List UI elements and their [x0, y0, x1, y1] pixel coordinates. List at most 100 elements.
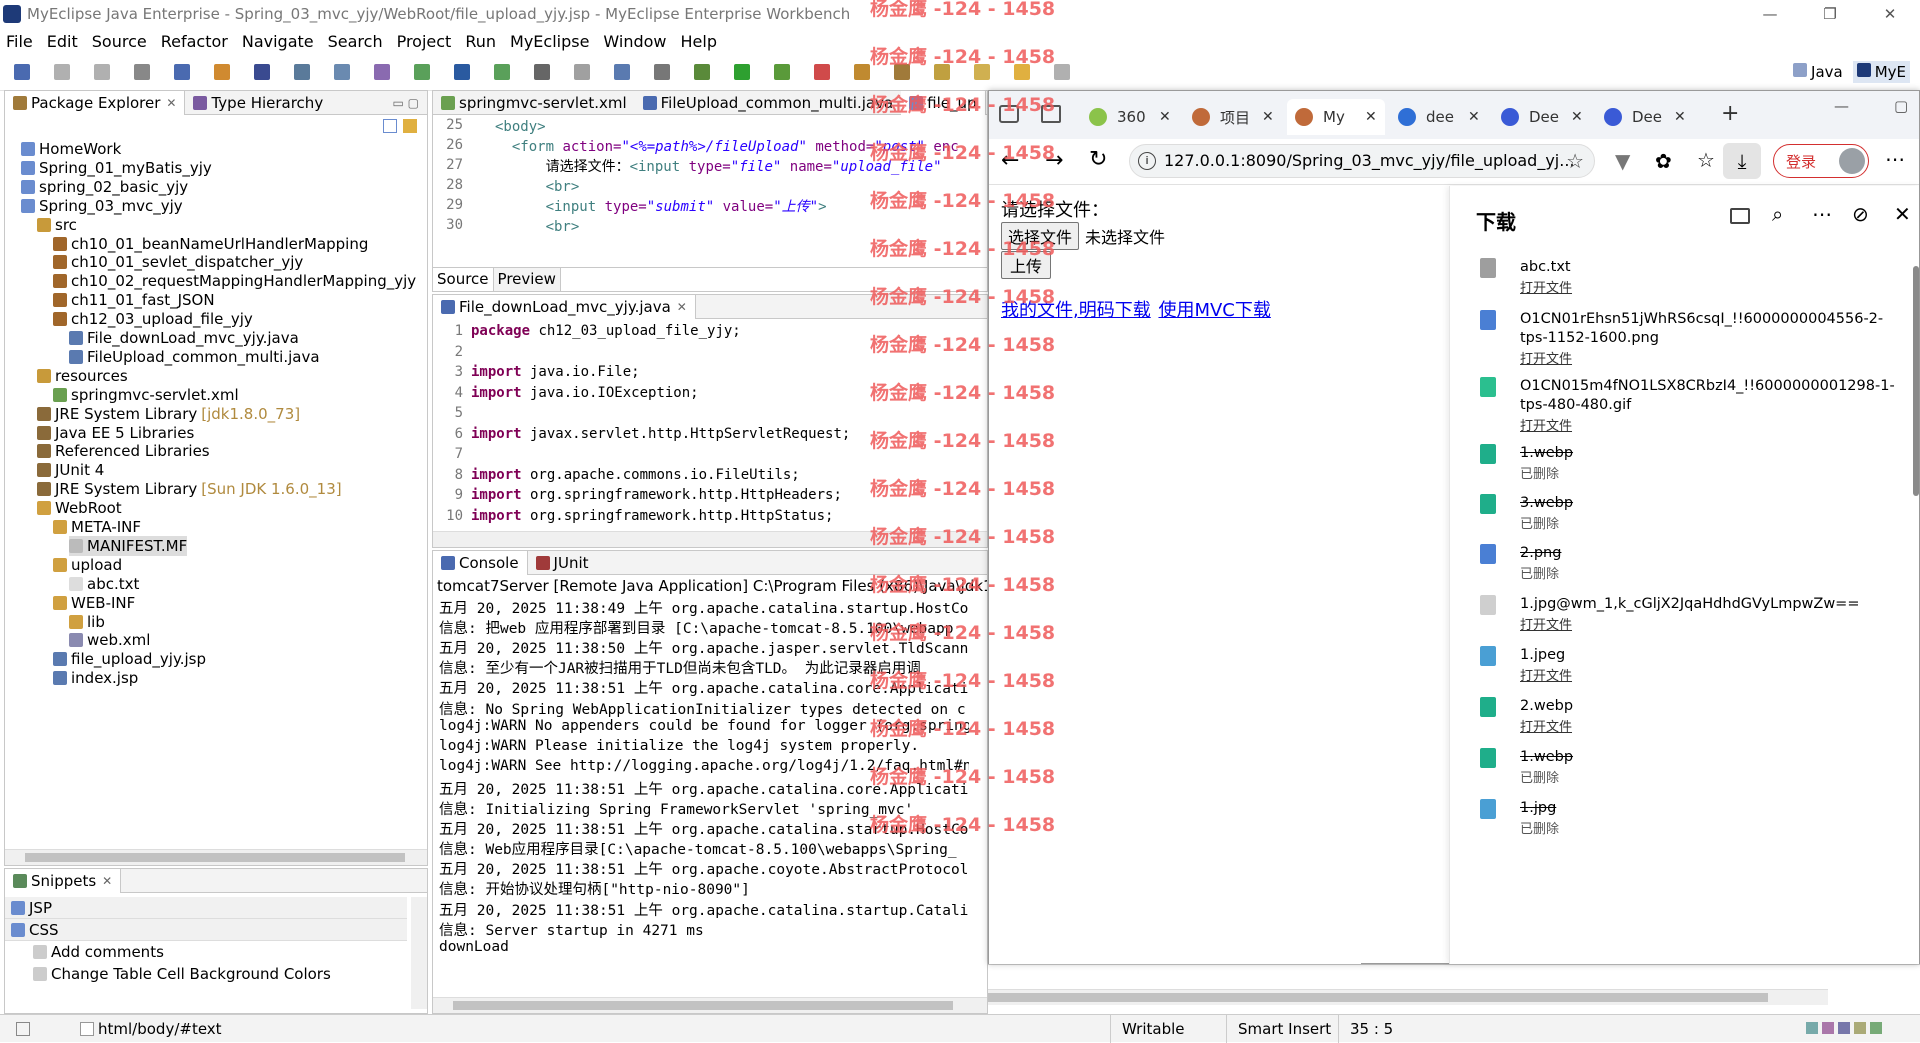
download-file-name[interactable]: 1.jpeg	[1520, 646, 1910, 665]
download-file-name[interactable]: abc.txt	[1520, 258, 1910, 277]
download-item[interactable]: O1CN015m4fNO1LSX8CRbzI4_!!6000000001298-…	[1472, 377, 1910, 434]
editor-tab[interactable]: springmvc-servlet.xml	[433, 91, 635, 115]
tree-item[interactable]: ch10_01_beanNameUrlHandlerMapping	[53, 234, 368, 254]
search-downloads-icon[interactable]: ⌕	[1772, 202, 1783, 226]
tree-item[interactable]: WEB-INF	[53, 593, 135, 613]
tree-item[interactable]: web.xml	[69, 630, 150, 650]
close-tab-icon[interactable]: ✕	[1571, 109, 1583, 125]
download-file-name[interactable]: 2.png	[1520, 544, 1910, 563]
browser-tab[interactable]: dee ✕	[1390, 99, 1488, 135]
code-line[interactable]: import java.io.IOException;	[471, 385, 699, 401]
close-window-button[interactable]: ✕	[1860, 0, 1920, 28]
toolbar-icon-15[interactable]	[574, 64, 590, 80]
menu-run[interactable]: Run	[465, 32, 496, 51]
tree-item[interactable]: ch10_02_requestMappingHandlerMapping_yjy	[53, 271, 416, 291]
download-item[interactable]: O1CN01rEhsn51jWhRS6csqI_!!6000000004556-…	[1472, 310, 1910, 367]
tree-item[interactable]: JRE System Library [Sun JDK 1.6.0_13]	[37, 479, 342, 499]
code-line[interactable]: package ch12_03_upload_file_yjy;	[471, 323, 741, 339]
myeclipse-perspective-button[interactable]: MyE	[1852, 61, 1910, 83]
snippet-category[interactable]: CSS	[5, 919, 407, 941]
download-item[interactable]: 2.png 已删除	[1472, 544, 1910, 594]
toolbar-icon-8[interactable]	[294, 64, 310, 80]
toolbar-icon-7[interactable]	[254, 64, 270, 80]
tree-item[interactable]: resources	[37, 366, 128, 386]
code-line[interactable]: import org.apache.commons.io.FileUtils;	[471, 467, 800, 483]
download-file-name[interactable]: 1.jpg	[1520, 799, 1910, 818]
menu-source[interactable]: Source	[92, 32, 147, 51]
console-hscroll[interactable]	[433, 997, 987, 1013]
java-perspective-button[interactable]: Java	[1789, 61, 1847, 83]
toolbar-icon-5[interactable]	[174, 64, 190, 80]
tree-item[interactable]: abc.txt	[69, 574, 139, 594]
link-editor-icon[interactable]	[403, 119, 417, 133]
download-item[interactable]: 1.webp 已删除	[1472, 748, 1910, 798]
tree-item[interactable]: lib	[69, 612, 105, 632]
tree-item[interactable]: upload	[53, 555, 122, 575]
tree-item[interactable]: Java EE 5 Libraries	[37, 423, 194, 443]
download-item[interactable]: 1.jpg@wm_1,k_cGljX2JqaHdhdGVyLmpwZw== 打开文…	[1472, 595, 1910, 645]
code-line[interactable]: import org.springframework.http.HttpStat…	[471, 508, 833, 524]
download-item[interactable]: abc.txt 打开文件	[1472, 258, 1910, 308]
menu-refactor[interactable]: Refactor	[161, 32, 228, 51]
close-tab-icon[interactable]: ✕	[1468, 109, 1480, 125]
toolbar-icon-13[interactable]	[494, 64, 510, 80]
open-file-link[interactable]: 打开文件	[1520, 415, 1572, 434]
tree-item[interactable]: Referenced Libraries	[37, 441, 210, 461]
tree-item[interactable]: src	[37, 215, 77, 235]
menu-edit[interactable]: Edit	[47, 32, 78, 51]
editor-mode-tab[interactable]: Preview	[493, 268, 561, 291]
tree-item[interactable]: file_upload_yjy.jsp	[53, 649, 206, 669]
tree-item[interactable]: ch10_01_sevlet_dispatcher_yjy	[53, 252, 303, 272]
download-file-name[interactable]: O1CN01rEhsn51jWhRS6csqI_!!6000000004556-…	[1520, 310, 1910, 348]
toolbar-icon-19[interactable]	[734, 64, 750, 80]
open-downloads-folder-icon[interactable]	[1730, 208, 1750, 224]
tab-package-explorer[interactable]: Package Explorer ✕	[5, 90, 186, 115]
tree-item[interactable]: JUnit 4	[37, 460, 104, 480]
toolbar-icon-21[interactable]	[814, 64, 830, 80]
toolbar-icon-9[interactable]	[334, 64, 350, 80]
menu-project[interactable]: Project	[397, 32, 452, 51]
menu-window[interactable]: Window	[603, 32, 666, 51]
site-info-icon[interactable]: i	[1138, 152, 1156, 170]
tree-item[interactable]: index.jsp	[53, 668, 138, 688]
browser-tab[interactable]: 项目 ✕	[1184, 99, 1282, 135]
tree-item[interactable]: FileUpload_common_multi.java	[69, 347, 320, 367]
menu-navigate[interactable]: Navigate	[242, 32, 314, 51]
download-file-name[interactable]: 1.jpg@wm_1,k_cGljX2JqaHdhdGVyLmpwZw==	[1520, 595, 1910, 614]
toolbar-icon-10[interactable]	[374, 64, 390, 80]
new-tab-button[interactable]: +	[1721, 101, 1739, 126]
menu-file[interactable]: File	[6, 32, 33, 51]
tree-item[interactable]: springmvc-servlet.xml	[53, 385, 239, 405]
menu-search[interactable]: Search	[328, 32, 383, 51]
menu-help[interactable]: Help	[681, 32, 717, 51]
browser-tab[interactable]: 360 ✕	[1081, 99, 1179, 135]
toolbar-icon-6[interactable]	[214, 64, 230, 80]
browser-minimize-button[interactable]: —	[1834, 97, 1849, 115]
open-file-link[interactable]: 打开文件	[1520, 277, 1572, 296]
mvc-download-link[interactable]: 使用MVC下载	[1158, 300, 1270, 321]
open-file-link[interactable]: 打开文件	[1520, 614, 1572, 633]
reload-button[interactable]: ↻	[1089, 147, 1107, 172]
tree-item[interactable]: Spring_01_myBatis_yjy	[21, 158, 212, 178]
minimize-button[interactable]: —	[1740, 0, 1800, 28]
tree-item[interactable]: ch11_01_fast_JSON	[53, 290, 215, 310]
browser-tab[interactable]: Dee ✕	[1493, 99, 1591, 135]
collapse-all-icon[interactable]	[383, 119, 397, 133]
code-line[interactable]: import javax.servlet.http.HttpServletReq…	[471, 426, 850, 442]
downloads-more-icon[interactable]: ⋯	[1812, 202, 1832, 226]
toolbar-icon-20[interactable]	[774, 64, 790, 80]
toolbar-icon-16[interactable]	[614, 64, 630, 80]
open-file-link[interactable]: 打开文件	[1520, 665, 1572, 684]
editor-tab[interactable]: FileUpload_common_multi.java	[635, 91, 902, 115]
browser-tab[interactable]: My ✕	[1287, 99, 1385, 135]
favorites-icon[interactable]: ☆	[1697, 148, 1715, 172]
tree-item[interactable]: META-INF	[53, 517, 141, 537]
tree-item[interactable]: File_downLoad_mvc_yjy.java	[69, 328, 299, 348]
snippets-vscroll[interactable]	[411, 897, 427, 1009]
jsp-code[interactable]: <body> <form action="<%=path%>/fileUploa…	[495, 117, 959, 237]
browser-maximize-button[interactable]: ▢	[1894, 97, 1908, 115]
ide-hscroll-right[interactable]	[988, 989, 1828, 1005]
favorite-star-icon[interactable]: ☆	[1566, 149, 1584, 173]
restore-button[interactable]: ❐	[1800, 0, 1860, 28]
unpin-icon[interactable]: ⊘	[1852, 202, 1869, 226]
